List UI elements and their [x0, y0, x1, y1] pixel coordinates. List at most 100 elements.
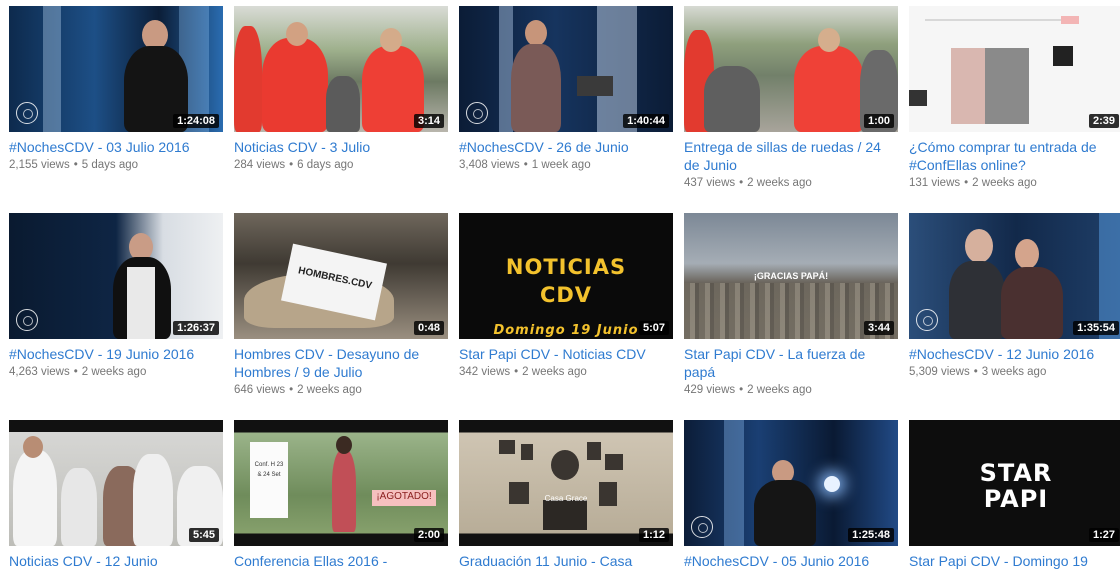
video-thumbnail[interactable]: 1:35:54 [909, 213, 1120, 339]
duration-badge: 1:26:37 [173, 321, 219, 335]
video-card[interactable]: ¡GRACIAS PAPÁ! 3:44 Star Papi CDV - La f… [684, 213, 898, 398]
thumbnail-caption: NOTICIAS CDV [505, 255, 627, 307]
thumbnail-caption: ¡GRACIAS PAPÁ! [753, 271, 829, 281]
video-meta: 342 views • 2 weeks ago [459, 364, 673, 380]
video-thumbnail[interactable]: 1:26:37 [9, 213, 223, 339]
upload-age: 2 weeks ago [522, 366, 587, 378]
video-thumbnail[interactable]: 1:24:08 [9, 6, 223, 132]
video-card[interactable]: 1:25:48 #NochesCDV - 05 Junio 2016 [684, 420, 898, 570]
thumbnail-caption: ¡AGOTADO! [376, 491, 432, 502]
video-card[interactable]: STAR PAPI 1:27 Star Papi CDV - Domingo 1… [909, 420, 1120, 570]
video-card[interactable]: 1:24:08 #NochesCDV - 03 Julio 2016 2,155… [9, 6, 223, 173]
view-count: 5,309 views [909, 366, 970, 378]
video-title[interactable]: ¿Cómo comprar tu entrada de #ConfEllas o… [909, 138, 1120, 174]
duration-badge: 1:00 [863, 114, 894, 128]
view-count: 4,263 views [9, 366, 70, 378]
channel-logo-icon [916, 309, 938, 331]
video-card[interactable]: Casa Grace 1:12 Graduación 11 Junio - Ca… [459, 420, 673, 570]
video-meta: 437 views • 2 weeks ago [684, 175, 898, 191]
video-title[interactable]: #NochesCDV - 19 Junio 2016 [9, 345, 223, 363]
video-thumbnail[interactable]: 1:40:44 [459, 6, 673, 132]
upload-age: 1 week ago [531, 159, 591, 171]
video-card[interactable]: 5:45 Noticias CDV - 12 Junio [9, 420, 223, 570]
video-thumbnail[interactable]: 3:14 [234, 6, 448, 132]
separator-dot: • [523, 159, 528, 171]
channel-logo-icon [466, 102, 488, 124]
channel-logo-icon [16, 309, 38, 331]
view-count: 3,408 views [459, 159, 520, 171]
video-thumbnail[interactable]: NOTICIAS CDV Domingo 19 Junio 5:07 [459, 213, 673, 339]
video-title[interactable]: Noticias CDV - 12 Junio [9, 552, 223, 570]
view-count: 284 views [234, 159, 286, 171]
video-title[interactable]: Star Papi CDV - Noticias CDV [459, 345, 673, 363]
view-count: 429 views [684, 384, 736, 396]
video-card[interactable]: 1:35:54 #NochesCDV - 12 Junio 2016 5,309… [909, 213, 1120, 380]
video-thumbnail[interactable]: 1:00 [684, 6, 898, 132]
upload-age: 2 weeks ago [747, 384, 812, 396]
thumbnail-caption: Casa Grace [544, 494, 588, 503]
duration-badge: 1:27 [1088, 528, 1119, 542]
view-count: 437 views [684, 177, 736, 189]
separator-dot: • [514, 366, 519, 378]
separator-dot: • [964, 177, 969, 189]
video-title[interactable]: #NochesCDV - 03 Julio 2016 [9, 138, 223, 156]
video-title[interactable]: Star Papi CDV - La fuerza de papá [684, 345, 898, 381]
video-title[interactable]: #NochesCDV - 26 de Junio [459, 138, 673, 156]
video-thumbnail[interactable]: HOMBRES.CDV 0:48 [234, 213, 448, 339]
video-card[interactable]: 1:26:37 #NochesCDV - 19 Junio 2016 4,263… [9, 213, 223, 380]
video-thumbnail[interactable]: ¡GRACIAS PAPÁ! 3:44 [684, 213, 898, 339]
video-meta: 284 views • 6 days ago [234, 157, 448, 173]
video-meta: 429 views • 2 weeks ago [684, 382, 898, 398]
video-title[interactable]: Entrega de sillas de ruedas / 24 de Juni… [684, 138, 898, 174]
video-thumbnail[interactable]: STAR PAPI 1:27 [909, 420, 1120, 546]
separator-dot: • [289, 384, 294, 396]
channel-logo-icon [691, 516, 713, 538]
separator-dot: • [973, 366, 978, 378]
duration-badge: 1:40:44 [623, 114, 669, 128]
video-card[interactable]: Conf. H 23 & 24 Set ¡AGOTADO! 2:00 Confe… [234, 420, 448, 570]
video-thumbnail[interactable]: 5:45 [9, 420, 223, 546]
video-meta: 3,408 views • 1 week ago [459, 157, 673, 173]
video-card[interactable]: 3:14 Noticias CDV - 3 Julio 284 views • 6 … [234, 6, 448, 173]
view-count: 342 views [459, 366, 511, 378]
duration-badge: 1:35:54 [1073, 321, 1119, 335]
video-title[interactable]: #NochesCDV - 12 Junio 2016 [909, 345, 1120, 363]
thumbnail-card-text: Conf. H 23 & 24 Set [254, 462, 284, 478]
duration-badge: 2:00 [413, 528, 444, 542]
video-card[interactable]: 1:40:44 #NochesCDV - 26 de Junio 3,408 v… [459, 6, 673, 173]
video-card[interactable]: 1:00 Entrega de sillas de ruedas / 24 de… [684, 6, 898, 191]
duration-badge: 0:48 [413, 321, 444, 335]
upload-age: 3 weeks ago [981, 366, 1047, 378]
duration-badge: 5:45 [188, 528, 219, 542]
video-meta: 131 views • 2 weeks ago [909, 175, 1120, 191]
upload-age: 2 weeks ago [81, 366, 147, 378]
video-card[interactable]: NOTICIAS CDV Domingo 19 Junio 5:07 Star … [459, 213, 673, 380]
video-title[interactable]: Hombres CDV - Desayuno de Hombres / 9 de… [234, 345, 448, 381]
video-thumbnail[interactable]: 1:25:48 [684, 420, 898, 546]
view-count: 131 views [909, 177, 961, 189]
upload-age: 2 weeks ago [747, 177, 812, 189]
view-count: 2,155 views [9, 159, 70, 171]
video-grid: 1:24:08 #NochesCDV - 03 Julio 2016 2,155… [0, 0, 1120, 569]
video-title[interactable]: Conferencia Ellas 2016 - [234, 552, 448, 570]
duration-badge: 1:24:08 [173, 114, 219, 128]
video-thumbnail[interactable]: Conf. H 23 & 24 Set ¡AGOTADO! 2:00 [234, 420, 448, 546]
upload-age: 6 days ago [297, 159, 354, 171]
video-card[interactable]: HOMBRES.CDV 0:48 Hombres CDV - Desayuno … [234, 213, 448, 398]
video-title[interactable]: Star Papi CDV - Domingo 19 [909, 552, 1120, 570]
view-count: 646 views [234, 384, 286, 396]
video-title[interactable]: Noticias CDV - 3 Julio [234, 138, 448, 156]
upload-age: 5 days ago [81, 159, 139, 171]
separator-dot: • [73, 159, 78, 171]
video-title[interactable]: #NochesCDV - 05 Junio 2016 [684, 552, 898, 570]
video-thumbnail[interactable]: 2:39 [909, 6, 1120, 132]
video-title[interactable]: Graduación 11 Junio - Casa [459, 552, 673, 570]
channel-logo-icon [16, 102, 38, 124]
video-thumbnail[interactable]: Casa Grace 1:12 [459, 420, 673, 546]
video-card[interactable]: 2:39 ¿Cómo comprar tu entrada de #ConfEl… [909, 6, 1120, 191]
duration-badge: 3:44 [863, 321, 894, 335]
duration-badge: 5:07 [638, 321, 669, 335]
separator-dot: • [739, 177, 744, 189]
video-meta: 2,155 views • 5 days ago [9, 157, 223, 173]
video-meta: 4,263 views • 2 weeks ago [9, 364, 223, 380]
